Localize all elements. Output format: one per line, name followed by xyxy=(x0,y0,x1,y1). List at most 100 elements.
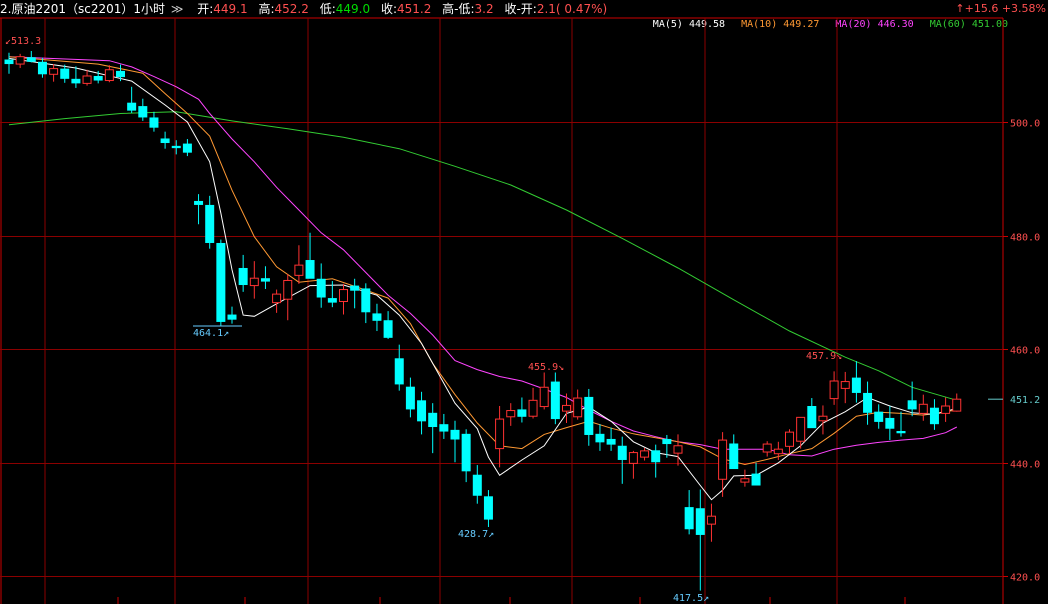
extreme-price-label: 457.9↘ xyxy=(806,351,842,362)
extreme-price-label: 455.9↘ xyxy=(528,362,564,373)
candle-body-down xyxy=(4,59,14,65)
candle-body-up xyxy=(294,264,304,276)
candle-body-up xyxy=(640,450,650,458)
candle-body-up xyxy=(283,279,293,300)
candle-body-down xyxy=(885,417,895,429)
candle-body-up xyxy=(272,293,282,304)
extreme-price-label: ↙513.3 xyxy=(5,36,41,47)
candle-body-up xyxy=(82,75,92,84)
candle-body-down xyxy=(171,145,181,149)
candle-body-down xyxy=(372,313,382,321)
candle-body-down xyxy=(60,68,70,79)
y-tick-label: 460.0 xyxy=(1010,346,1040,357)
candle-body-up xyxy=(718,439,728,480)
candle-body-down xyxy=(874,411,884,422)
candle-body-up xyxy=(539,386,549,408)
candle-body-up xyxy=(941,405,951,414)
candle-body-down xyxy=(863,392,873,413)
candle-body-down xyxy=(517,409,527,417)
candle-body-down xyxy=(417,400,427,422)
candle-body-up xyxy=(762,443,772,453)
candle-body-down xyxy=(662,438,672,445)
extreme-price-label: 417.5↗ xyxy=(673,593,709,604)
candle-body-up xyxy=(773,448,783,455)
candle-body-down xyxy=(439,424,449,432)
candle-body-down xyxy=(907,400,917,410)
candle-body-up xyxy=(495,418,505,450)
candle-body-down xyxy=(751,473,761,486)
candle-body-up xyxy=(104,69,114,82)
candle-body-down xyxy=(260,278,270,282)
candle-body-down xyxy=(617,445,627,460)
candle-body-down xyxy=(216,242,226,322)
candle-body-down xyxy=(182,143,192,153)
candle-body-down xyxy=(851,377,861,393)
candle-body-up xyxy=(796,416,806,442)
candle-body-down xyxy=(205,204,215,243)
candle-body-down xyxy=(729,443,739,470)
candle-body-down xyxy=(350,285,360,291)
candle-body-down xyxy=(149,117,159,128)
candle-body-down xyxy=(26,57,36,62)
candle-body-down xyxy=(606,438,616,445)
candle-body-down xyxy=(116,70,125,78)
candle-body-down xyxy=(595,433,605,443)
candle-body-down xyxy=(238,267,248,286)
candle-body-down xyxy=(483,496,493,520)
candle-body-down xyxy=(227,314,237,320)
candle-body-up xyxy=(573,397,583,418)
candle-body-up xyxy=(339,289,348,302)
candle-body-down xyxy=(361,288,371,313)
last-price-label: 451.2 xyxy=(1010,395,1040,406)
y-tick-label: 500.0 xyxy=(1010,119,1040,130)
candle-body-up xyxy=(785,431,794,447)
candle-body-up xyxy=(628,452,638,464)
extreme-price-label: 428.7↗ xyxy=(458,529,494,540)
candlestick-chart[interactable]: 500.0 480.0 460.0 440.0 420.0 451.2 ↙513.3 464.… xyxy=(0,0,1048,604)
candle-body-down xyxy=(472,474,482,496)
candle-body-down xyxy=(550,381,560,420)
candle-body-down xyxy=(807,406,817,429)
candle-body-up xyxy=(840,381,850,389)
candle-body-down xyxy=(584,396,594,435)
candle-body-up xyxy=(740,478,750,483)
candle-body-down xyxy=(305,260,315,279)
candle-body-up xyxy=(706,515,716,525)
candle-body-down xyxy=(138,106,148,118)
candle-body-down xyxy=(316,278,326,298)
candle-body-down xyxy=(428,412,438,428)
candle-body-down xyxy=(383,320,393,338)
candle-body-up xyxy=(506,410,516,418)
candle-body-down xyxy=(394,358,404,385)
candle-body-up xyxy=(562,404,571,412)
candle-body-down xyxy=(127,102,137,111)
candle-body-down xyxy=(929,407,939,425)
candle-body-down xyxy=(651,450,661,463)
candle-body-down xyxy=(71,78,81,84)
candle-body-up xyxy=(249,277,259,287)
candle-body-up xyxy=(829,380,839,400)
candle-body-up xyxy=(15,56,25,65)
y-tick-label: 480.0 xyxy=(1010,233,1040,244)
ma20-line xyxy=(8,56,958,457)
candle-body-down xyxy=(160,138,170,144)
candle-body-down xyxy=(695,508,705,535)
candle-body-down xyxy=(461,433,471,472)
candle-body-up xyxy=(818,415,828,422)
candle-body-down xyxy=(405,386,415,410)
y-tick-label: 420.0 xyxy=(1010,573,1040,584)
candle-body-down xyxy=(327,298,337,303)
candle-body-down xyxy=(896,430,906,434)
candle-body-up xyxy=(952,398,962,412)
y-tick-label: 440.0 xyxy=(1010,460,1040,471)
candle-body-down xyxy=(194,200,204,205)
candle-body-up xyxy=(49,68,59,75)
candle-body-down xyxy=(37,61,47,75)
candle-body-up xyxy=(673,445,683,454)
extreme-price-label: 464.1↗ xyxy=(193,328,229,339)
candle-body-down xyxy=(450,429,460,440)
candle-body-up xyxy=(918,403,928,414)
candle-body-up xyxy=(528,399,538,417)
candle-body-down xyxy=(93,75,103,81)
candle-body-down xyxy=(684,507,694,530)
